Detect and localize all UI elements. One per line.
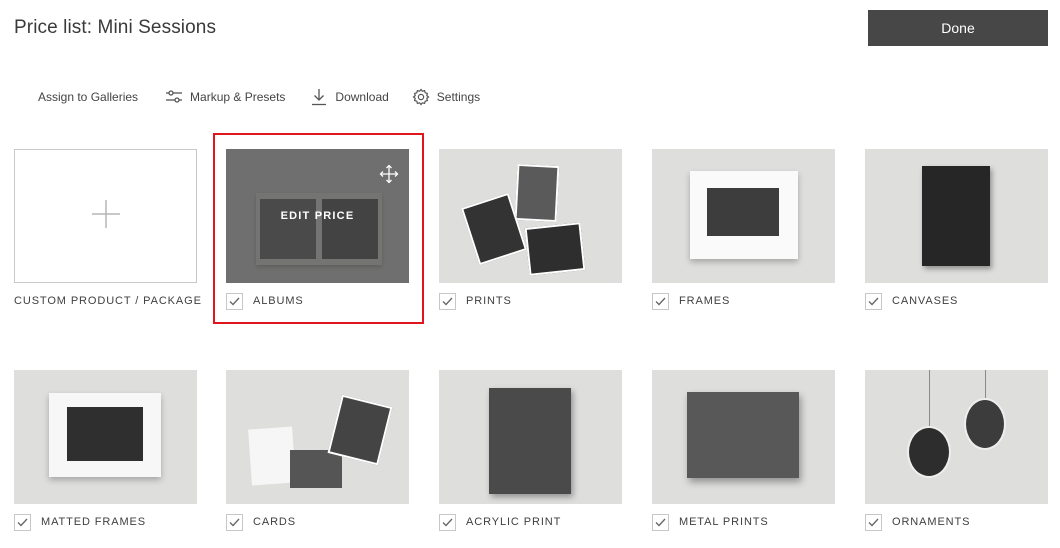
add-custom-product-tile[interactable] — [14, 149, 197, 283]
check-icon — [868, 297, 879, 305]
product-label: CANVASES — [892, 295, 959, 307]
product-label: PRINTS — [466, 295, 512, 307]
sliders-icon — [164, 87, 184, 107]
check-icon — [229, 297, 240, 305]
product-image-albums[interactable]: EDIT PRICE — [226, 149, 409, 283]
product-image-ornaments[interactable] — [865, 370, 1048, 504]
product-card-ornaments: ORNAMENTS — [865, 370, 1048, 531]
product-label: ALBUMS — [253, 295, 304, 307]
product-card-prints: PRINTS — [439, 149, 622, 310]
ornaments-checkbox[interactable] — [865, 513, 882, 531]
product-image-cards[interactable] — [226, 370, 409, 504]
product-image-metal-prints[interactable] — [652, 370, 835, 504]
product-label: CUSTOM PRODUCT / PACKAGE — [14, 295, 202, 307]
check-icon — [229, 518, 240, 526]
product-label-row: METAL PRINTS — [652, 513, 769, 531]
download-button[interactable]: Download — [309, 87, 389, 107]
product-card-canvases: CANVASES — [865, 149, 1048, 310]
matted-frames-checkbox[interactable] — [14, 513, 31, 531]
assign-to-galleries-label: Assign to Galleries — [38, 90, 139, 104]
product-label: METAL PRINTS — [679, 516, 769, 528]
edit-price-label: EDIT PRICE — [280, 210, 355, 222]
canvases-checkbox[interactable] — [865, 292, 882, 310]
product-image-matted-frames[interactable] — [14, 370, 197, 504]
check-icon — [868, 518, 879, 526]
done-button[interactable]: Done — [868, 10, 1048, 46]
product-label-row: FRAMES — [652, 292, 730, 310]
product-image-canvases[interactable] — [865, 149, 1048, 283]
print-photo — [514, 163, 560, 223]
product-card-acrylic-print: ACRYLIC PRINT — [439, 370, 622, 531]
product-label-row: CANVASES — [865, 292, 958, 310]
product-card-albums: EDIT PRICE ALBUMS — [226, 149, 409, 310]
metal-photo — [687, 392, 799, 478]
product-label: ORNAMENTS — [892, 516, 971, 528]
canvas-photo — [922, 166, 990, 266]
matted-photo — [67, 407, 143, 461]
ornament-string — [929, 370, 930, 428]
gear-icon — [411, 87, 431, 107]
check-icon — [17, 518, 28, 526]
product-label-row: MATTED FRAMES — [14, 513, 146, 531]
metal-prints-checkbox[interactable] — [652, 513, 669, 531]
acrylic-print-checkbox[interactable] — [439, 513, 456, 531]
product-label: FRAMES — [679, 295, 731, 307]
albums-checkbox[interactable] — [226, 292, 243, 310]
product-label-row: ORNAMENTS — [865, 513, 970, 531]
product-label-row: CUSTOM PRODUCT / PACKAGE — [14, 292, 202, 310]
settings-label: Settings — [436, 90, 481, 104]
product-image-frames[interactable] — [652, 149, 835, 283]
ornament — [907, 426, 951, 478]
ornament-string — [985, 370, 986, 400]
card-envelope — [248, 426, 296, 486]
product-label-row: ACRYLIC PRINT — [439, 513, 561, 531]
product-card-matted-frames: MATTED FRAMES — [14, 370, 197, 531]
markup-presets-button[interactable]: Markup & Presets — [164, 87, 285, 107]
product-label: CARDS — [253, 516, 297, 528]
product-card-frames: FRAMES — [652, 149, 835, 310]
page-title: Price list: Mini Sessions — [14, 17, 217, 38]
toolbar: Assign to Galleries Markup & Presets Dow… — [38, 86, 480, 108]
check-icon — [442, 297, 453, 305]
product-label: MATTED FRAMES — [41, 516, 146, 528]
settings-button[interactable]: Settings — [411, 87, 480, 107]
product-label-row: PRINTS — [439, 292, 512, 310]
product-image-acrylic-print[interactable] — [439, 370, 622, 504]
frame-photo — [707, 188, 779, 236]
check-icon — [655, 297, 666, 305]
cards-checkbox[interactable] — [226, 513, 243, 531]
check-icon — [655, 518, 666, 526]
product-label-row: CARDS — [226, 513, 296, 531]
product-card-custom: CUSTOM PRODUCT / PACKAGE — [14, 149, 201, 307]
assign-to-galleries-button[interactable]: Assign to Galleries — [38, 90, 138, 104]
prints-checkbox[interactable] — [439, 292, 456, 310]
download-label: Download — [335, 90, 389, 104]
matted-frame — [49, 393, 161, 477]
move-icon[interactable] — [379, 164, 399, 184]
ornament — [964, 398, 1006, 450]
frames-checkbox[interactable] — [652, 292, 669, 310]
product-image-prints[interactable] — [439, 149, 622, 283]
product-label-row: ALBUMS — [226, 292, 304, 310]
print-photo — [524, 222, 586, 276]
check-icon — [442, 518, 453, 526]
acrylic-photo — [489, 388, 571, 494]
product-card-cards: CARDS — [226, 370, 409, 531]
frame — [690, 171, 798, 259]
markup-presets-label: Markup & Presets — [190, 90, 286, 104]
card-photo — [290, 450, 342, 488]
product-label: ACRYLIC PRINT — [466, 516, 562, 528]
download-icon — [309, 87, 329, 107]
product-card-metal-prints: METAL PRINTS — [652, 370, 835, 531]
card-photo — [327, 394, 393, 466]
plus-icon — [90, 198, 122, 235]
